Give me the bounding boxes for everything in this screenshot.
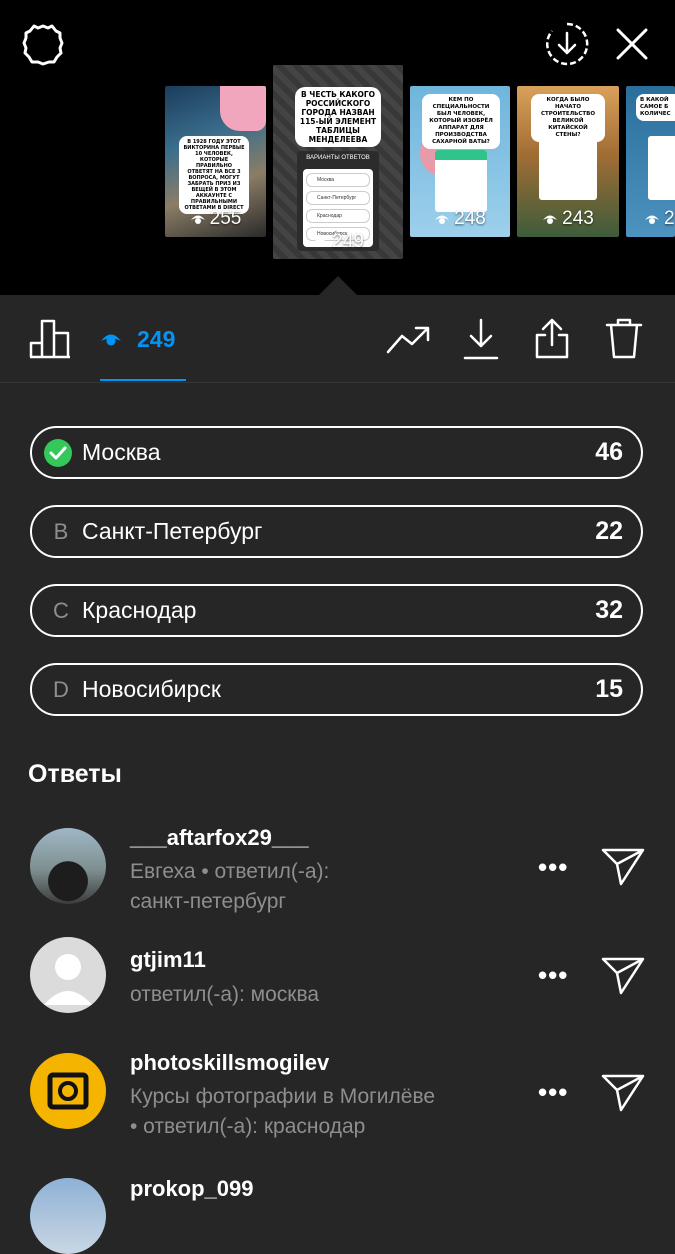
response-username[interactable]: prokop_099 <box>130 1176 254 1202</box>
poll-sticker-option: Москва <box>306 173 370 187</box>
send-message-icon[interactable] <box>601 1072 645 1117</box>
camera-logo-icon <box>47 1072 89 1110</box>
story-thumbnail-selected[interactable]: В ЧЕСТЬ КАКОГО РОССИЙСКОГО ГОРОДА НАЗВАН… <box>273 65 403 259</box>
story-question: В ЧЕСТЬ КАКОГО РОССИЙСКОГО ГОРОДА НАЗВАН… <box>295 87 381 147</box>
poll-option-label: Москва <box>82 439 161 465</box>
story-thumbnail[interactable]: КЕМ ПО СПЕЦИАЛЬНОСТИ БЫЛ ЧЕЛОВЕК, КОТОРЫ… <box>410 86 510 237</box>
eye-icon <box>543 215 558 224</box>
bar-chart-icon[interactable] <box>28 317 72 359</box>
poll-option-d: D Новосибирск 15 <box>30 663 643 716</box>
poll-sticker-option: Краснодар <box>306 209 370 223</box>
correct-check-icon <box>44 438 72 467</box>
poll-option-letter: B <box>53 518 69 544</box>
poll-option-label: Краснодар <box>82 597 197 623</box>
eye-icon <box>190 215 205 224</box>
share-icon[interactable] <box>532 316 572 360</box>
avatar[interactable] <box>30 1178 106 1254</box>
eye-icon <box>645 215 659 224</box>
default-avatar-icon <box>44 954 92 1005</box>
poll-option-c: C Краснодар 32 <box>30 584 643 637</box>
avatar[interactable] <box>30 1053 106 1129</box>
poll-option-letter: C <box>53 597 69 623</box>
story-view-count: 249 <box>273 231 403 253</box>
poll-option-label: Новосибирск <box>82 676 221 702</box>
poll-option-label: Санкт-Петербург <box>82 518 263 544</box>
send-message-icon[interactable] <box>601 955 645 1000</box>
poll-option-letter: D <box>53 676 69 702</box>
poll-sticker-header <box>435 150 487 160</box>
eye-icon <box>101 334 121 346</box>
poll-sticker-title: ВАРИАНТЫ ОТВЕТОВ <box>306 155 370 161</box>
response-detail: Курсы фотографии в Могилёве • ответил(-а… <box>130 1082 520 1142</box>
poll-sticker-card <box>435 150 487 212</box>
story-caption: КЕМ ПО СПЕЦИАЛЬНОСТИ БЫЛ ЧЕЛОВЕК, КОТОРЫ… <box>422 94 500 149</box>
story-view-count: 248 <box>410 208 510 230</box>
story-thumbnail[interactable]: В КАКОЙ САМОЕ Б КОЛИЧЕС 2 <box>626 86 675 237</box>
response-username[interactable]: photoskillsmogilev <box>130 1050 329 1076</box>
close-icon[interactable] <box>612 24 652 64</box>
story-caption: В КАКОЙ САМОЕ Б КОЛИЧЕС <box>636 94 675 121</box>
story-thumbnail[interactable]: КОГДА БЫЛО НАЧАТО СТРОИТЕЛЬСТВО ВЕЛИКОЙ … <box>517 86 619 237</box>
save-story-icon[interactable] <box>543 20 591 68</box>
responses-title: Ответы <box>28 760 122 788</box>
more-options-button[interactable]: ••• <box>538 1077 568 1108</box>
poll-option-b: B Санкт-Петербург 22 <box>30 505 643 558</box>
download-icon[interactable] <box>461 317 501 361</box>
poll-sticker-card <box>539 136 597 200</box>
viewers-tab[interactable]: 249 <box>100 322 175 356</box>
viewers-count: 249 <box>137 325 176 352</box>
story-caption: КОГДА БЫЛО НАЧАТО СТРОИТЕЛЬСТВО ВЕЛИКОЙ … <box>531 94 605 142</box>
thumbnail-image <box>220 86 266 131</box>
poll-sticker-option: Санкт-Петербург <box>306 191 370 205</box>
response-detail: ответил(-а): москва <box>130 980 520 1010</box>
more-options-button[interactable]: ••• <box>538 852 568 883</box>
story-view-count: 243 <box>517 208 619 230</box>
story-view-count: 2 <box>644 208 675 230</box>
avatar[interactable] <box>30 937 106 1013</box>
send-message-icon[interactable] <box>601 846 645 891</box>
response-detail-line: Евгеха • ответил(-а): <box>130 860 330 883</box>
response-detail-line: Курсы фотографии в Могилёве <box>130 1085 436 1108</box>
poll-sticker-card <box>648 136 675 200</box>
eye-icon <box>435 215 450 224</box>
poll-option-a: Москва 46 <box>30 426 643 479</box>
story-caption: В 1928 ГОДУ ЭТОТ ВИКТОРИНА ПЕРВЫЕ 10 ЧЕЛ… <box>179 136 249 214</box>
response-username[interactable]: gtjim11 <box>130 947 206 973</box>
delete-icon[interactable] <box>604 316 644 360</box>
avatar[interactable] <box>30 828 106 904</box>
selected-story-pointer <box>318 276 358 296</box>
poll-option-count: 22 <box>595 517 623 545</box>
response-detail-line: ответил(-а): москва <box>130 983 320 1006</box>
story-thumbnail[interactable]: В 1928 ГОДУ ЭТОТ ВИКТОРИНА ПЕРВЫЕ 10 ЧЕЛ… <box>165 86 266 237</box>
response-username[interactable]: ___aftarfox29___ <box>130 825 309 851</box>
poll-option-count: 15 <box>595 675 623 703</box>
story-view-count: 255 <box>165 208 266 230</box>
response-detail-line: • ответил(-а): краснодар <box>130 1115 366 1138</box>
eye-icon <box>313 238 328 247</box>
poll-option-count: 32 <box>595 596 623 624</box>
response-detail-line: санкт-петербург <box>130 890 287 913</box>
poll-option-count: 46 <box>595 438 623 466</box>
trending-icon[interactable] <box>386 322 432 356</box>
more-options-button[interactable]: ••• <box>538 960 568 991</box>
active-tab-indicator <box>100 379 186 381</box>
settings-gear-icon[interactable] <box>20 22 66 68</box>
response-detail: Евгеха • ответил(-а): санкт-петербург <box>130 857 520 917</box>
